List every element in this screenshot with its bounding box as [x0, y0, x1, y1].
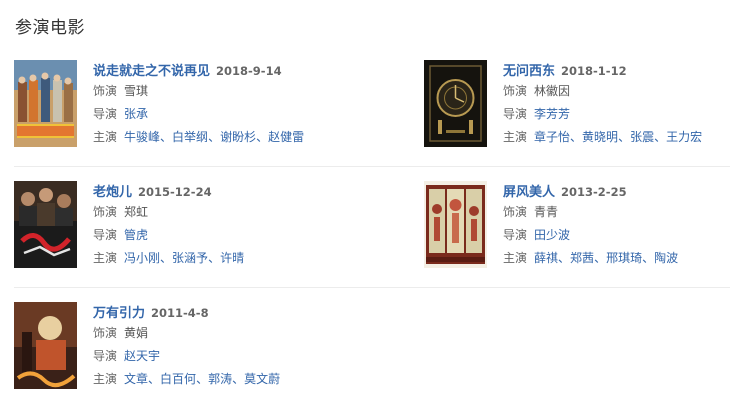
cast-separator: 、	[208, 251, 221, 265]
director-link[interactable]: 张承	[124, 107, 148, 121]
movie-title-link[interactable]: 万有引力	[93, 306, 145, 321]
director-link[interactable]: 李芳芳	[534, 107, 570, 121]
movie-card: 无问西东 2018-1-12 饰演 林徽因 导演 李芳芳 主演 章子怡、黄晓明、张震、王…	[424, 60, 731, 156]
cast-label: 主演	[503, 251, 528, 265]
movie-poster-image[interactable]	[424, 181, 487, 268]
movie-poster-image[interactable]	[424, 60, 487, 147]
movie-card: 老炮儿 2015-12-24 饰演 郑虹 导演 管虎 主演 冯小刚、张涵予、许晴	[14, 181, 374, 277]
movie-poster-image[interactable]	[14, 302, 77, 389]
role-name: 雪琪	[124, 84, 149, 98]
cast-member-link[interactable]: 陶波	[654, 251, 678, 265]
role-label: 饰演	[93, 84, 118, 98]
release-date: 2013-2-25	[561, 185, 627, 199]
role-label: 饰演	[503, 205, 528, 219]
row-divider	[14, 287, 730, 288]
cast-member-link[interactable]: 莫文蔚	[244, 372, 280, 386]
movie-title-link[interactable]: 屏风美人	[503, 185, 555, 200]
cast-member-link[interactable]: 张震	[630, 130, 654, 144]
cast-separator: 、	[654, 130, 667, 144]
role-label: 饰演	[93, 326, 118, 340]
movie-title-link[interactable]: 说走就走之不说再见	[93, 64, 210, 79]
movie-title-link[interactable]: 无问西东	[503, 64, 555, 79]
director-label: 导演	[93, 349, 118, 363]
director-label: 导演	[503, 107, 528, 121]
cast-separator: 、	[196, 372, 209, 386]
director-label: 导演	[93, 228, 118, 242]
movie-card: 万有引力 2011-4-8 饰演 黄娟 导演 赵天宇 主演 文章、白百何、郭涛、莫文蔚	[14, 302, 374, 398]
director-link[interactable]: 田少波	[534, 228, 570, 242]
cast-member-link[interactable]: 谢盼杉	[220, 130, 256, 144]
movie-title-link[interactable]: 老炮儿	[93, 185, 132, 200]
director-label: 导演	[93, 107, 118, 121]
cast-separator: 、	[160, 130, 173, 144]
cast-separator: 、	[256, 130, 269, 144]
movie-card: 说走就走之不说再见 2018-9-14 饰演 雪琪 导演 张承 主演 牛骏峰、白举纲、谢…	[14, 60, 374, 156]
row-divider	[14, 166, 730, 167]
movie-card: 屏风美人 2013-2-25 饰演 青青 导演 田少波 主演 薛祺、郑茜、邢琪琦、陶波	[424, 181, 731, 277]
role-label: 饰演	[503, 84, 528, 98]
cast-member-link[interactable]: 赵健雷	[268, 130, 304, 144]
cast-member-link[interactable]: 郑茜	[570, 251, 594, 265]
cast-member-link[interactable]: 白举纲	[172, 130, 208, 144]
cast-member-link[interactable]: 郭涛	[208, 372, 232, 386]
cast-separator: 、	[558, 251, 571, 265]
cast-member-link[interactable]: 章子怡	[534, 130, 570, 144]
role-name: 黄娟	[124, 326, 149, 340]
cast-separator: 、	[570, 130, 583, 144]
cast-member-link[interactable]: 张涵予	[172, 251, 208, 265]
movie-poster-image[interactable]	[14, 60, 77, 147]
cast-separator: 、	[208, 130, 221, 144]
cast-label: 主演	[503, 130, 528, 144]
cast-separator: 、	[148, 372, 161, 386]
release-date: 2018-1-12	[561, 64, 627, 78]
cast-label: 主演	[93, 130, 118, 144]
release-date: 2011-4-8	[151, 306, 209, 320]
cast-separator: 、	[160, 251, 173, 265]
cast-member-link[interactable]: 王力宏	[666, 130, 702, 144]
release-date: 2018-9-14	[216, 64, 282, 78]
cast-separator: 、	[642, 251, 655, 265]
director-label: 导演	[503, 228, 528, 242]
cast-member-link[interactable]: 黄晓明	[582, 130, 618, 144]
role-name: 青青	[534, 205, 559, 219]
role-label: 饰演	[93, 205, 118, 219]
cast-member-link[interactable]: 薛祺	[534, 251, 558, 265]
cast-label: 主演	[93, 372, 118, 386]
cast-member-link[interactable]: 邢琪琦	[606, 251, 642, 265]
cast-member-link[interactable]: 白百何	[160, 372, 196, 386]
filmography-section: 参演电影 说走就走之不说再见 2018-9-14 饰演 雪琪 导演 张承 主演 …	[0, 0, 731, 406]
cast-member-link[interactable]: 冯小刚	[124, 251, 160, 265]
cast-member-link[interactable]: 许晴	[220, 251, 244, 265]
cast-label: 主演	[93, 251, 118, 265]
cast-separator: 、	[232, 372, 245, 386]
director-link[interactable]: 赵天宇	[124, 349, 160, 363]
cast-separator: 、	[594, 251, 607, 265]
section-title: 参演电影	[15, 18, 85, 38]
role-name: 郑虹	[124, 205, 149, 219]
release-date: 2015-12-24	[138, 185, 212, 199]
movie-poster-image[interactable]	[14, 181, 77, 268]
cast-member-link[interactable]: 文章	[124, 372, 148, 386]
director-link[interactable]: 管虎	[124, 228, 148, 242]
cast-separator: 、	[618, 130, 631, 144]
cast-member-link[interactable]: 牛骏峰	[124, 130, 160, 144]
role-name: 林徽因	[534, 84, 571, 98]
